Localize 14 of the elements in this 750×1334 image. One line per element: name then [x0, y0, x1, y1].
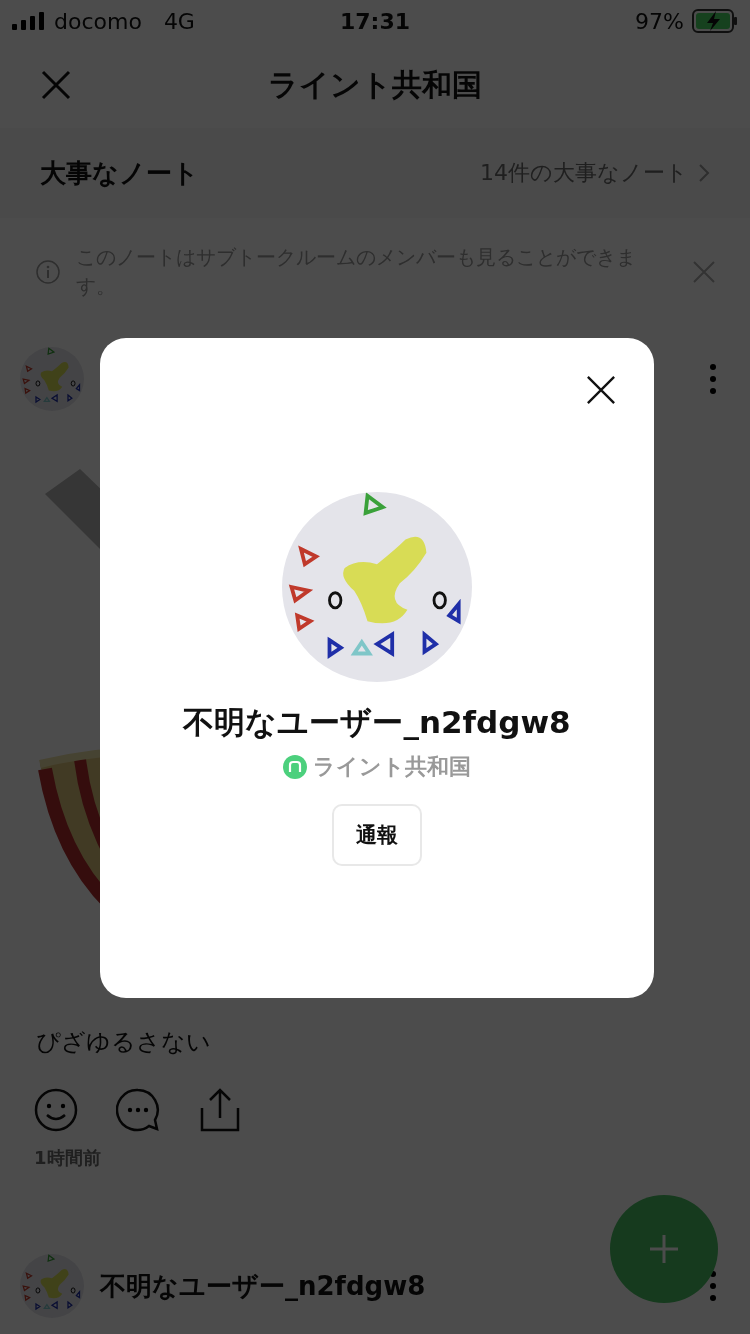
section-title: 大事なノート: [40, 156, 199, 190]
post-text: ぴざゆるさない: [35, 1027, 212, 1058]
author-name: 不明なユーザー_n2fdgw8: [100, 1269, 427, 1303]
clock: 17:31: [340, 8, 410, 34]
user-name: 不明なユーザー_n2fdgw8: [183, 703, 571, 742]
close-button[interactable]: [586, 375, 616, 405]
battery-percent: 97%: [635, 8, 684, 34]
close-icon: [586, 375, 616, 405]
carrier-name: docomo: [54, 8, 142, 34]
report-button[interactable]: 通報: [332, 804, 422, 866]
group-icon: [283, 755, 307, 779]
group-name: ライント共和国: [313, 753, 471, 781]
network-type: 4G: [163, 8, 195, 34]
header-title: ライント共和国: [268, 65, 482, 104]
